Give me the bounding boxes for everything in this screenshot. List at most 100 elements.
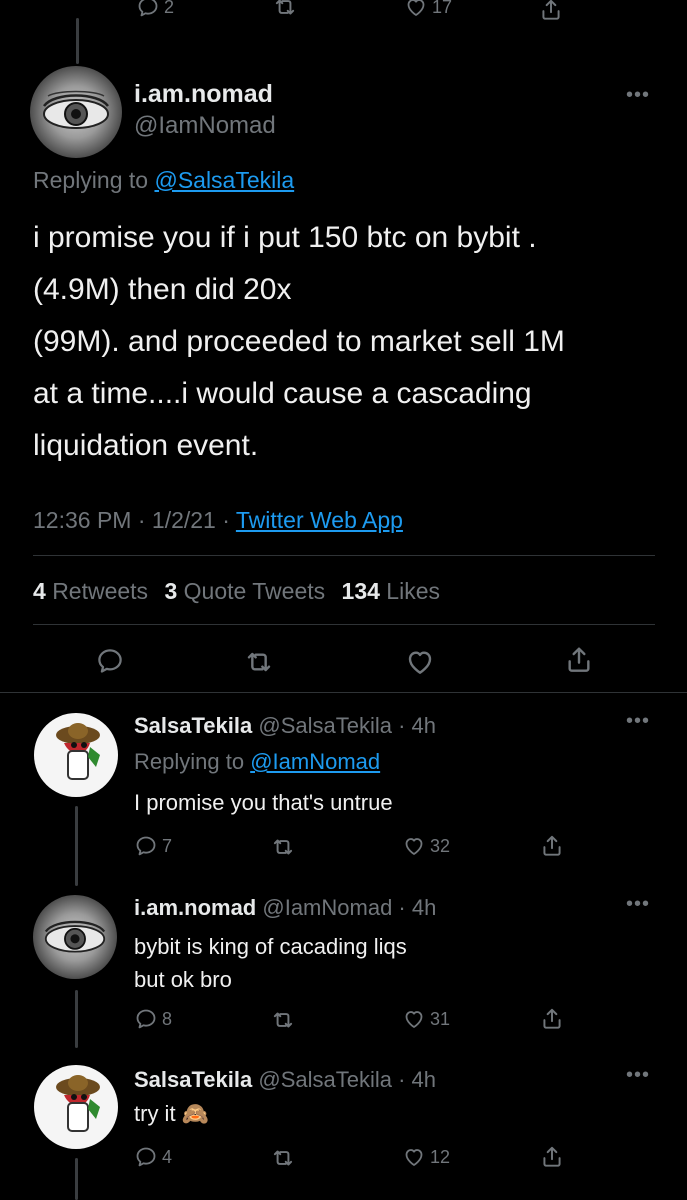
thread-line <box>75 806 78 886</box>
tweet-date: 1/2/21 <box>151 507 216 533</box>
replying-to-link[interactable]: @IamNomad <box>250 749 380 774</box>
reply-handle-time[interactable]: @SalsaTekila · 4h <box>258 713 436 738</box>
avatar[interactable] <box>33 895 117 979</box>
salsa-avatar-image <box>56 1075 100 1132</box>
reply-button[interactable] <box>95 646 125 676</box>
share-icon <box>539 833 565 859</box>
retweet-icon <box>270 1007 296 1033</box>
retweet-icon <box>243 646 275 678</box>
retweet-button[interactable] <box>243 646 275 678</box>
reply-button[interactable]: 8 <box>134 1007 172 1031</box>
tweet-text-line: i promise you if i put 150 btc on bybit … <box>33 221 537 254</box>
like-count: 31 <box>430 1008 451 1029</box>
reply-icon <box>134 834 158 858</box>
replying-prefix: Replying to <box>134 749 245 774</box>
retweet-icon <box>270 1145 296 1171</box>
reply-header: SalsaTekila @SalsaTekila · 4h <box>134 713 436 739</box>
retweet-button[interactable] <box>272 2 298 24</box>
avatar[interactable] <box>30 66 122 158</box>
reply-author-name[interactable]: i.am.nomad <box>134 895 256 920</box>
replying-to-link[interactable]: @SalsaTekila <box>154 167 294 193</box>
reply-author-name[interactable]: SalsaTekila <box>134 1067 252 1092</box>
avatar[interactable] <box>34 713 118 797</box>
eye-avatar-image <box>44 920 106 953</box>
reply-count: 8 <box>162 1008 173 1029</box>
like-icon <box>404 646 436 678</box>
tweet-time: 12:36 PM <box>33 507 132 533</box>
divider <box>33 624 655 625</box>
tweet-source-link[interactable]: Twitter Web App <box>236 507 403 533</box>
reply-icon <box>95 646 125 676</box>
reply-header: i.am.nomad @IamNomad · 4h <box>134 895 436 921</box>
retweets-label: Retweets <box>52 578 149 604</box>
likes-label: Likes <box>386 578 440 604</box>
replying-to: Replying to @IamNomad <box>134 749 380 775</box>
share-icon <box>563 644 595 676</box>
reply-icon <box>134 1145 158 1169</box>
more-options-button[interactable]: ••• <box>626 710 650 733</box>
more-options-button[interactable]: ••• <box>626 893 650 916</box>
like-button[interactable]: 32 <box>402 834 450 858</box>
see-no-evil-monkey-emoji: 🙈 <box>181 1102 210 1127</box>
reply-button[interactable]: 2 <box>136 0 174 24</box>
tweet-stats: 4 Retweets 3 Quote Tweets 134 Likes <box>33 578 440 605</box>
reply-handle-time[interactable]: @SalsaTekila · 4h <box>258 1067 436 1092</box>
author-display-name[interactable]: i.am.nomad <box>134 80 273 109</box>
share-button[interactable] <box>539 1006 565 1032</box>
tweet-text-line: (99M). and proceeded to market sell 1M <box>33 325 565 358</box>
replying-to: Replying to @SalsaTekila <box>33 167 294 194</box>
reply-text-line: bybit is king of cacading liqs <box>134 934 407 959</box>
avatar[interactable] <box>34 1065 118 1149</box>
thread-line <box>76 18 79 64</box>
tweet-text-line: liquidation event. <box>33 429 259 462</box>
likes-stat[interactable]: 134 Likes <box>342 578 440 604</box>
like-icon <box>402 1145 426 1169</box>
like-icon <box>404 0 428 19</box>
like-icon <box>402 834 426 858</box>
reply-text: try it 🙈 <box>134 1101 209 1127</box>
reply-text: bybit is king of cacading liqs but ok br… <box>134 930 407 996</box>
reply-count: 4 <box>162 1146 173 1167</box>
eye-avatar-image <box>42 90 110 129</box>
reply-button[interactable]: 7 <box>134 834 172 858</box>
tweet-text: i promise you if i put 150 btc on bybit … <box>33 212 673 472</box>
likes-count: 134 <box>341 578 380 604</box>
like-button[interactable]: 17 <box>404 0 453 24</box>
share-button[interactable] <box>539 1144 565 1170</box>
share-button[interactable] <box>563 644 595 676</box>
reply-count: 7 <box>162 835 173 856</box>
like-icon <box>402 1007 426 1031</box>
like-count: 32 <box>430 835 451 856</box>
quote-tweets-stat[interactable]: 3 Quote Tweets <box>164 578 325 604</box>
reply-text-content: try it <box>134 1101 176 1126</box>
like-count: 17 <box>432 0 453 17</box>
quote-tweets-count: 3 <box>164 578 178 604</box>
more-options-button[interactable]: ••• <box>626 84 650 107</box>
reply-handle-time[interactable]: @IamNomad · 4h <box>262 895 436 920</box>
share-icon <box>538 0 564 23</box>
tweet-text-line: (4.9M) then did 20x <box>33 273 292 306</box>
reply-author-name[interactable]: SalsaTekila <box>134 713 252 738</box>
reply-icon <box>136 0 160 19</box>
tweet-meta: 12:36 PM · 1/2/21 · Twitter Web App <box>33 507 403 533</box>
retweet-button[interactable] <box>270 1007 296 1033</box>
share-button[interactable] <box>539 833 565 859</box>
tweet-text-line: at a time....i would cause a cascading <box>33 377 532 410</box>
retweet-button[interactable] <box>270 834 296 860</box>
retweets-count: 4 <box>33 578 46 604</box>
share-button[interactable] <box>538 2 564 24</box>
like-button[interactable]: 12 <box>402 1145 450 1169</box>
reply-text-line: but ok bro <box>134 967 232 992</box>
reply-header: SalsaTekila @SalsaTekila · 4h <box>134 1067 436 1093</box>
like-button[interactable]: 31 <box>402 1007 450 1031</box>
thread-line <box>75 990 78 1048</box>
reply-button[interactable]: 4 <box>134 1145 172 1169</box>
retweet-icon <box>270 834 296 860</box>
author-handle[interactable]: @IamNomad <box>134 112 276 140</box>
like-button[interactable] <box>404 646 436 678</box>
thread-line <box>75 1158 78 1200</box>
retweets-stat[interactable]: 4 Retweets <box>33 578 148 604</box>
more-options-button[interactable]: ••• <box>626 1064 650 1087</box>
reply-icon <box>134 1007 158 1031</box>
retweet-button[interactable] <box>270 1145 296 1171</box>
